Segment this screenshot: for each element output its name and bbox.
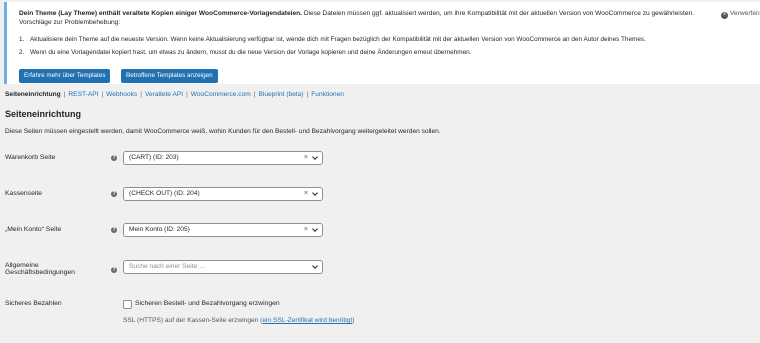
myaccount-page-value: Mein Konto (ID: 205) (129, 226, 190, 233)
subnav-item-woocommerce-com[interactable]: WooCommerce.com (191, 91, 251, 98)
notice-message: Dein Theme (Lay Theme) enthält veraltete… (19, 10, 694, 17)
subnav-item-blueprint[interactable]: Blueprint (beta) (258, 91, 303, 98)
terms-page-placeholder: Suche nach einer Seite … (129, 263, 206, 270)
list-item-number: 1. (19, 36, 25, 43)
outdated-templates-notice: Dein Theme (Lay Theme) enthält veraltete… (4, 2, 760, 84)
ssl-certificate-link[interactable]: ein SSL-Zertifikat wird benötigt (262, 317, 352, 324)
chevron-down-icon (312, 263, 318, 269)
chevron-down-icon (312, 154, 318, 160)
ssl-text-before: SSL (HTTPS) auf der Kassen-Seite erzwing… (123, 317, 263, 324)
subnav-separator: | (253, 91, 256, 98)
help-icon[interactable]: ? (111, 227, 117, 233)
subnav-item-rest-api[interactable]: REST-API (68, 91, 98, 98)
section-description: Diese Seiten müssen eingestellt werden, … (5, 128, 441, 135)
subnav-item-webhooks[interactable]: Webhooks (106, 91, 137, 98)
terms-page-label-line2: Geschäftsbedingungen (5, 269, 75, 276)
force-secure-checkout-label[interactable]: Sicheren Bestell- und Bezahlvorgang erzw… (135, 300, 280, 307)
list-item: 2. Wenn du eine Vorlagendatei kopiert has… (19, 49, 646, 56)
settings-subnav: Seiteneinrichtung | REST-API | Webhooks | Vera… (5, 91, 344, 98)
force-secure-checkout-checkbox[interactable] (123, 300, 132, 309)
terms-page-label: Allgemeine Geschäftsbedingungen (5, 262, 75, 276)
section-title: Seiteneinrichtung (5, 109, 82, 119)
cart-page-select[interactable]: (CART) (ID: 203) × (123, 151, 323, 165)
clear-icon[interactable]: × (304, 188, 308, 200)
subnav-separator: | (101, 91, 104, 98)
dismiss-icon: × (721, 12, 728, 19)
dismiss-notice-button[interactable]: × Verwerfen (721, 10, 760, 19)
show-affected-templates-button[interactable]: Betroffene Templates anzeigen (121, 69, 218, 83)
terms-page-select[interactable]: Suche nach einer Seite … (123, 260, 323, 274)
help-icon[interactable]: ? (111, 191, 117, 197)
subnav-separator: | (140, 91, 142, 98)
cart-page-label: Warenkorb Seite (5, 154, 56, 161)
clear-icon[interactable]: × (304, 224, 308, 236)
ssl-text-after: ) (352, 317, 355, 324)
notice-message-rest: Diese Dateien müssen ggf. aktualisiert w… (301, 10, 695, 17)
subnav-item-seiteneinrichtung[interactable]: Seiteneinrichtung (5, 91, 61, 98)
notice-subtitle: Vorschläge zur Problembehebung: (19, 19, 121, 26)
subnav-item-features[interactable]: Funktionen (311, 91, 344, 98)
myaccount-page-select[interactable]: Mein Konto (ID: 205) × (123, 223, 323, 237)
checkout-page-label: Kassenseite (5, 190, 43, 197)
list-item-text: Wenn du eine Vorlagendatei kopiert hast,… (30, 49, 472, 56)
chevron-down-icon (312, 226, 318, 232)
subnav-separator: | (63, 91, 66, 98)
subnav-item-legacy-api[interactable]: Veraltete API (145, 91, 183, 98)
checkout-page-value: (CHECK OUT) (ID: 204) (129, 190, 200, 197)
myaccount-page-label: „Mein Konto“ Seite (5, 226, 62, 233)
help-icon[interactable]: ? (111, 155, 117, 161)
learn-more-templates-button[interactable]: Erfahre mehr über Templates (19, 69, 111, 83)
chevron-down-icon (312, 190, 318, 196)
list-item-number: 2. (19, 49, 25, 56)
terms-page-label-line1: Allgemeine (5, 262, 39, 269)
subnav-separator: | (306, 91, 309, 98)
secure-checkout-label: Sicheres Bezahlen (5, 300, 62, 307)
dismiss-label: Verwerfen (730, 10, 760, 17)
ssl-description: SSL (HTTPS) auf der Kassen-Seite erzwing… (123, 317, 354, 324)
clear-icon[interactable]: × (304, 152, 308, 164)
notice-suggestions-list: 1. Aktualisiere dein Theme auf die neuest… (19, 36, 646, 62)
cart-page-value: (CART) (ID: 203) (129, 154, 179, 161)
list-item: 1. Aktualisiere dein Theme auf die neuest… (19, 36, 646, 43)
notice-title: Dein Theme (Lay Theme) enthält veraltete… (19, 10, 302, 17)
list-item-text: Aktualisiere dein Theme auf die neueste … (30, 36, 646, 43)
checkout-page-select[interactable]: (CHECK OUT) (ID: 204) × (123, 187, 323, 201)
help-icon[interactable]: ? (111, 267, 117, 273)
subnav-separator: | (186, 91, 188, 98)
